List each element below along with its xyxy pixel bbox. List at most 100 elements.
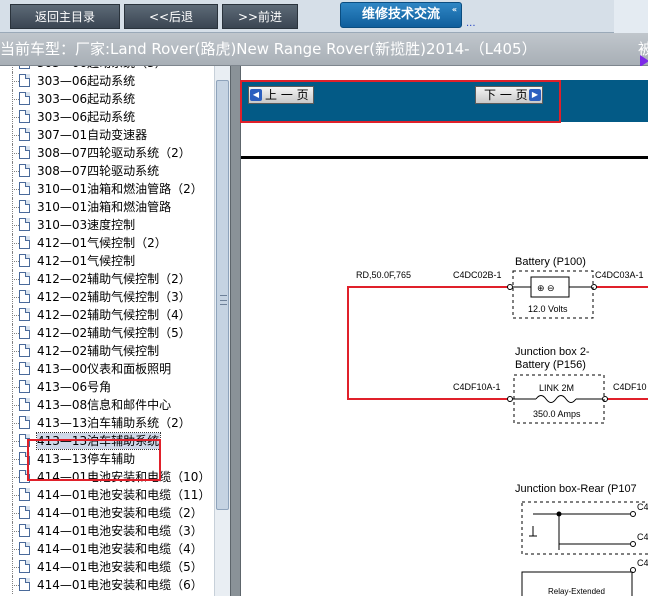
tree-connector-branch (12, 243, 19, 244)
tree-item-label: 310—01油箱和燃油管路 (37, 200, 172, 214)
junction-title-line1: Junction box 2- (515, 346, 590, 358)
wire-label: RD,50.0F,765 (356, 270, 411, 280)
next-page-button[interactable]: 下 一 页 ▶ (475, 86, 543, 104)
junction-right-connector: C4DF10 (613, 382, 647, 392)
tree-item[interactable]: 310—03速度控制 (0, 216, 214, 234)
top-toolbar: 返回主目录 <<后退 >>前进 维修技术交流 « ... (0, 0, 648, 33)
document-icon (19, 398, 30, 411)
link-rating: 350.0 Amps (533, 409, 581, 419)
relay-label: Relay-Extended (548, 587, 605, 596)
tree-item[interactable]: 414—01电池安装和电缆（11） (0, 486, 214, 504)
tree-item[interactable]: 414—01电池安装和电缆（6） (0, 576, 214, 594)
scroll-grip-icon (220, 295, 227, 305)
tech-exchange-button[interactable]: 维修技术交流 « (340, 2, 462, 28)
tree-item[interactable]: 310—01油箱和燃油管路 (0, 198, 214, 216)
document-icon (19, 200, 30, 213)
tree-item-label: 414—01电池安装和电缆（3） (37, 524, 203, 538)
tree-item-label: 310—01油箱和燃油管路（2） (37, 182, 203, 196)
tree-item[interactable]: 413—13泊车辅助系统 (0, 432, 214, 450)
tree-item[interactable]: 414—01电池安装和电缆（5） (0, 558, 214, 576)
tree-connector-branch (12, 441, 19, 442)
document-icon (19, 362, 30, 375)
battery-left-pin (507, 284, 513, 290)
tree-item[interactable]: 413—13停车辅助 (0, 450, 214, 468)
document-icon (19, 74, 30, 87)
tree-connector-branch (12, 99, 19, 100)
tree-connector-branch (12, 135, 19, 136)
document-icon (19, 218, 30, 231)
tree-item[interactable]: 414—01电池安装和电缆（4） (0, 540, 214, 558)
tree-item-label: 412—02辅助气候控制（4） (37, 308, 191, 322)
tree-connector-branch (12, 153, 19, 154)
tree-item[interactable]: 308—07四轮驱动系统 (0, 162, 214, 180)
tree-connector-branch (12, 189, 19, 190)
tree-item[interactable]: 310—01油箱和燃油管路（2） (0, 180, 214, 198)
tree-item[interactable]: 413—06号角 (0, 378, 214, 396)
double-chevron-icon: « (451, 5, 457, 14)
tree-item[interactable]: 308—07四轮驱动系统（2） (0, 144, 214, 162)
rear-connector-1: C4 (637, 502, 648, 512)
junction-left-pin (507, 396, 513, 402)
toolbar-right-strip (614, 0, 648, 33)
document-icon (19, 146, 30, 159)
rear-connector-3: C4 (637, 558, 648, 568)
tree-item[interactable]: 413—08信息和邮件中心 (0, 396, 214, 414)
more-link[interactable]: ... (466, 18, 476, 29)
tree-item-label: 412—01气候控制（2） (37, 236, 167, 250)
tree-item-label: 307—01自动变速器 (37, 128, 148, 142)
tree-item[interactable]: 412—02辅助气候控制（5） (0, 324, 214, 342)
document-icon (19, 128, 30, 141)
tree-item[interactable]: 303—06起动系统 (0, 72, 214, 90)
tree-connector-branch (12, 171, 19, 172)
tree-item[interactable]: 412—01气候控制（2） (0, 234, 214, 252)
right-arrow-icon: ▶ (529, 89, 541, 101)
scrollbar-thumb[interactable] (216, 80, 229, 510)
tree-item[interactable]: 413—13泊车辅助系统（2） (0, 414, 214, 432)
back-button[interactable]: <<后退 (124, 4, 218, 29)
tree-item[interactable]: 413—00仪表和面板照明 (0, 360, 214, 378)
document-icon (19, 254, 30, 267)
document-icon (19, 164, 30, 177)
forward-button[interactable]: >>前进 (222, 4, 298, 29)
tree-item-label: 310—03速度控制 (37, 218, 136, 232)
junction-title-line2: Battery (P156) (515, 359, 586, 371)
rear-box-title: Junction box-Rear (P107 (515, 483, 637, 495)
battery-plus-minus: ⊕ ⊖ (537, 283, 555, 293)
tree-item[interactable]: 303—06起动系统 (0, 108, 214, 126)
tree-item-label: 308—07四轮驱动系统 (37, 164, 160, 178)
tree-connector-branch (12, 117, 19, 118)
tree-item[interactable]: 412—01气候控制 (0, 252, 214, 270)
previous-page-button[interactable]: ◀ 上 一 页 (248, 86, 314, 104)
tree-item[interactable]: 307—01自动变速器 (0, 126, 214, 144)
junction-right-pin (602, 396, 608, 402)
document-icon (19, 110, 30, 123)
document-icon (19, 272, 30, 285)
tree-item-label: 303—06起动系统 (37, 74, 136, 88)
tree-item[interactable]: 412—02辅助气候控制 (0, 342, 214, 360)
document-icon (19, 452, 30, 465)
tree-connector-branch (12, 531, 19, 532)
document-icon (19, 578, 30, 591)
pane-splitter[interactable] (230, 66, 241, 596)
tree-connector-branch (12, 207, 19, 208)
link-label: LINK 2M (539, 383, 574, 393)
tree-item-label: 413—08信息和邮件中心 (37, 398, 172, 412)
tree-item[interactable]: 412—02辅助气候控制（3） (0, 288, 214, 306)
tree-connector-branch (12, 333, 19, 334)
tree-item[interactable]: 414—01电池安装和电缆（3） (0, 522, 214, 540)
document-icon (19, 344, 30, 357)
tree-item[interactable]: 303—06起动系统 (0, 90, 214, 108)
tree-connector-branch (12, 405, 19, 406)
tree-item[interactable]: 414—01电池安装和电缆（10） (0, 468, 214, 486)
tree-scrollbar[interactable] (214, 66, 230, 596)
tree-connector-branch (12, 225, 19, 226)
junction-left-connector: C4DF10A-1 (453, 382, 501, 392)
previous-page-label: 上 一 页 (265, 88, 309, 102)
document-icon (19, 66, 30, 69)
tree-item[interactable]: 414—01电池安装和电缆（2） (0, 504, 214, 522)
tree-item[interactable]: 412—02辅助气候控制（2） (0, 270, 214, 288)
tree-item[interactable]: 412—02辅助气候控制（4） (0, 306, 214, 324)
wiring-diagram: RD,50.0F,765 Battery (P100) C4DC02B-1 C4… (347, 256, 648, 596)
rear-box-boundary (521, 501, 648, 555)
home-button[interactable]: 返回主目录 (10, 4, 120, 29)
